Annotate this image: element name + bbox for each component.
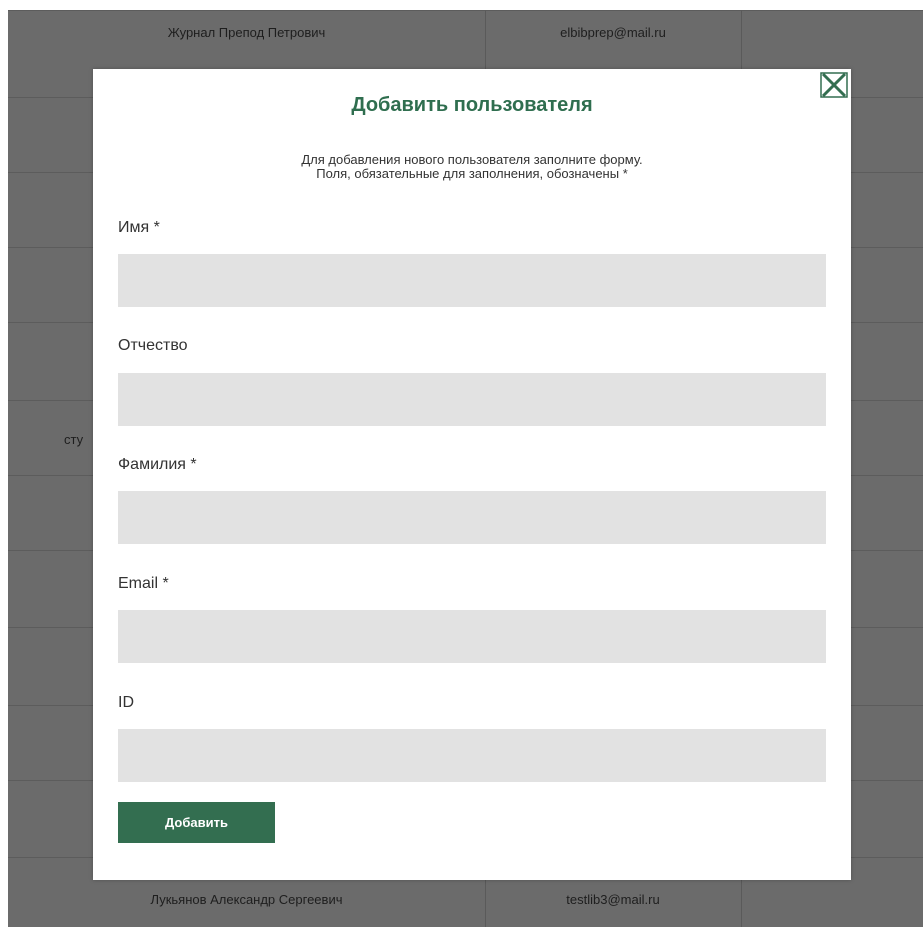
first-name-input[interactable] bbox=[118, 254, 826, 307]
description-line: Поля, обязательные для заполнения, обозн… bbox=[316, 166, 628, 181]
id-input[interactable] bbox=[118, 729, 826, 782]
table-cell-name: Журнал Препод Петрович bbox=[167, 25, 326, 40]
patronymic-label: Отчество bbox=[118, 337, 188, 354]
first-name-label: Имя * bbox=[118, 219, 160, 236]
last-name-label: Фамилия * bbox=[118, 456, 197, 473]
patronymic-input[interactable] bbox=[118, 373, 826, 426]
add-button[interactable]: Добавить bbox=[118, 802, 275, 843]
id-label: ID bbox=[118, 694, 134, 711]
table-cell-email: testlib3@mail.ru bbox=[566, 892, 660, 907]
email-input[interactable] bbox=[118, 610, 826, 663]
description-line: Для добавления нового пользователя запол… bbox=[301, 152, 643, 167]
modal-title: Добавить пользователя bbox=[351, 94, 593, 116]
email-label: Email * bbox=[118, 575, 169, 592]
table-cell-partial: сту bbox=[64, 432, 84, 447]
table-cell-name: Лукьянов Александр Сергеевич bbox=[150, 892, 343, 907]
table-cell-email: elbibprep@mail.ru bbox=[560, 25, 666, 40]
modal-description: Для добавления нового пользователя запол… bbox=[93, 153, 851, 181]
last-name-input[interactable] bbox=[118, 491, 826, 544]
add-user-modal: Добавить пользователя Для добавления нов… bbox=[93, 69, 851, 880]
